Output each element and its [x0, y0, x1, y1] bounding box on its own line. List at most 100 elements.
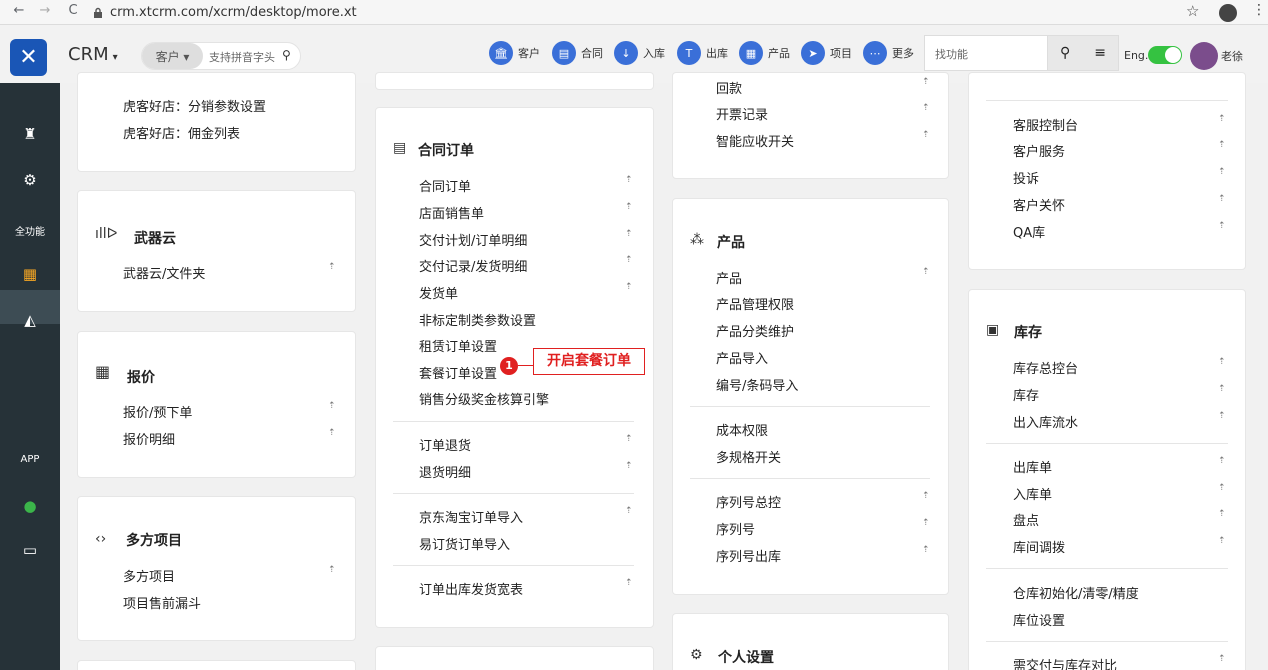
link-quote-preorder[interactable]: 报价/预下单	[123, 402, 192, 421]
link-order-return[interactable]: 订单退货	[419, 435, 471, 454]
search-icon[interactable]: ⚲	[282, 48, 291, 62]
sidebar-item-all-functions[interactable]: 全功能	[0, 223, 60, 238]
nav-more[interactable]: ⋯ 更多	[863, 41, 914, 65]
pin-icon[interactable]: ⇡	[625, 255, 633, 265]
pin-icon[interactable]: ⇡	[922, 267, 930, 277]
pin-icon[interactable]: ⇡	[922, 130, 930, 140]
function-search-input[interactable]: 找功能	[924, 35, 1047, 71]
nav-project[interactable]: ➤ 项目	[801, 41, 852, 65]
link-hk-commission-list[interactable]: 虎客好店：佣金列表	[123, 123, 240, 142]
account-icon[interactable]	[1219, 4, 1237, 22]
link-customer-care[interactable]: 客户关怀	[1013, 195, 1065, 214]
monitor-icon[interactable]: ▭	[0, 541, 60, 559]
link-serial-outbound[interactable]: 序列号出库	[716, 546, 781, 565]
link-serial-master[interactable]: 序列号总控	[716, 492, 781, 511]
pin-icon[interactable]: ⇡	[1218, 114, 1226, 124]
nav-inbound[interactable]: ↓ 入库	[614, 41, 665, 65]
pin-icon[interactable]: ⇡	[625, 282, 633, 292]
pin-icon[interactable]: ⇡	[625, 578, 633, 588]
customer-type-dropdown[interactable]: 客户 ▾	[142, 43, 203, 69]
link-yidinghuo-import[interactable]: 易订货订单导入	[419, 534, 510, 553]
link-shipping-order[interactable]: 发货单	[419, 283, 458, 302]
pin-icon[interactable]: ⇡	[1218, 167, 1226, 177]
back-icon[interactable]: ←	[8, 3, 30, 18]
nav-customer[interactable]: 🏛 客户	[489, 41, 540, 65]
pin-icon[interactable]: ⇡	[1218, 140, 1226, 150]
link-inventory-console[interactable]: 库存总控台	[1013, 358, 1078, 377]
link-product[interactable]: 产品	[716, 268, 742, 287]
pin-icon[interactable]: ⇡	[1218, 509, 1226, 519]
pin-icon[interactable]: ⇡	[1218, 194, 1226, 204]
link-package-order-settings[interactable]: 套餐订单设置	[419, 363, 497, 382]
link-inbound-order[interactable]: 入库单	[1013, 484, 1052, 503]
link-product-import[interactable]: 产品导入	[716, 348, 768, 367]
pin-icon[interactable]: ⇡	[922, 545, 930, 555]
link-multi-spec-switch[interactable]: 多规格开关	[716, 447, 781, 466]
windows-icon[interactable]: ▦	[0, 265, 60, 283]
link-order-shipping-wide-table[interactable]: 订单出库发货宽表	[419, 579, 523, 598]
link-sales-bonus-engine[interactable]: 销售分级奖金核算引擎	[419, 389, 549, 408]
sidebar-item-app[interactable]: APP	[0, 454, 60, 465]
link-serial-number[interactable]: 序列号	[716, 519, 755, 538]
link-payment[interactable]: 回款	[716, 78, 742, 97]
link-contract-order[interactable]: 合同订单	[419, 176, 471, 195]
pin-icon[interactable]: ⇡	[922, 77, 930, 87]
pin-icon[interactable]: ⇡	[922, 103, 930, 113]
gears-icon[interactable]: ⚙	[0, 171, 60, 189]
link-return-detail[interactable]: 退货明细	[419, 462, 471, 481]
app-switcher[interactable]: CRM ▾	[68, 44, 118, 65]
avatar[interactable]	[1190, 42, 1218, 70]
pin-icon[interactable]: ⇡	[1218, 357, 1226, 367]
link-delivery-plan[interactable]: 交付计划/订单明细	[419, 230, 527, 249]
reload-icon[interactable]: C	[62, 3, 84, 18]
pin-icon[interactable]: ⇡	[1218, 456, 1226, 466]
link-location-settings[interactable]: 库位设置	[1013, 610, 1065, 629]
pin-icon[interactable]: ⇡	[922, 518, 930, 528]
bookmark-star-icon[interactable]: ☆	[1186, 2, 1199, 20]
pin-icon[interactable]: ⇡	[328, 428, 336, 438]
pin-icon[interactable]: ⇡	[625, 434, 633, 444]
nav-product[interactable]: ▦ 产品	[739, 41, 790, 65]
customer-search-input[interactable]: 支持拼音字头	[209, 49, 275, 65]
link-project-presales-funnel[interactable]: 项目售前漏斗	[123, 593, 201, 612]
link-stock-flow[interactable]: 出入库流水	[1013, 412, 1078, 431]
pin-icon[interactable]: ⇡	[1218, 411, 1226, 421]
pin-icon[interactable]: ⇡	[625, 506, 633, 516]
link-smart-receivable-switch[interactable]: 智能应收开关	[716, 131, 794, 150]
link-weapon-cloud-folder[interactable]: 武器云/文件夹	[123, 263, 205, 282]
pin-icon[interactable]: ⇡	[1218, 221, 1226, 231]
forward-icon[interactable]: →	[34, 3, 56, 18]
link-transfer[interactable]: 库间调拨	[1013, 537, 1065, 556]
user-name[interactable]: 老徐	[1221, 48, 1243, 64]
link-quote-detail[interactable]: 报价明细	[123, 429, 175, 448]
language-toggle[interactable]	[1148, 46, 1182, 64]
link-complaint[interactable]: 投诉	[1013, 168, 1039, 187]
link-stocktake[interactable]: 盘点	[1013, 510, 1039, 529]
link-cost-permission[interactable]: 成本权限	[716, 420, 768, 439]
browser-menu-icon[interactable]: ⋮	[1252, 2, 1266, 18]
pin-icon[interactable]: ⇡	[625, 202, 633, 212]
pin-icon[interactable]: ⇡	[922, 491, 930, 501]
link-jd-taobao-import[interactable]: 京东淘宝订单导入	[419, 507, 523, 526]
link-service-console[interactable]: 客服控制台	[1013, 115, 1078, 134]
link-hk-distribution-settings[interactable]: 虎客好店：分销参数设置	[123, 96, 266, 115]
link-delivery-record[interactable]: 交付记录/发货明细	[419, 256, 527, 275]
pin-icon[interactable]: ⇡	[328, 262, 336, 272]
link-inventory[interactable]: 库存	[1013, 385, 1039, 404]
nav-outbound[interactable]: T 出库	[677, 41, 728, 65]
pin-icon[interactable]: ⇡	[1218, 654, 1226, 664]
link-custom-param-settings[interactable]: 非标定制类参数设置	[419, 310, 536, 329]
search-icon[interactable]: ⚲	[1060, 45, 1070, 61]
link-barcode-import[interactable]: 编号/条码导入	[716, 375, 798, 394]
area-chart-icon[interactable]: ◭	[0, 311, 60, 329]
link-product-permission[interactable]: 产品管理权限	[716, 294, 794, 313]
link-product-category[interactable]: 产品分类维护	[716, 321, 794, 340]
menu-icon[interactable]: ≡	[1094, 45, 1106, 61]
pin-icon[interactable]: ⇡	[625, 461, 633, 471]
link-qa-library[interactable]: QA库	[1013, 222, 1045, 241]
link-outbound-order[interactable]: 出库单	[1013, 457, 1052, 476]
link-invoice-record[interactable]: 开票记录	[716, 104, 768, 123]
pin-icon[interactable]: ⇡	[328, 565, 336, 575]
address-bar[interactable]: crm.xtcrm.com/xcrm/desktop/more.xt	[92, 3, 1177, 22]
castle-icon[interactable]: ♜	[0, 125, 60, 143]
